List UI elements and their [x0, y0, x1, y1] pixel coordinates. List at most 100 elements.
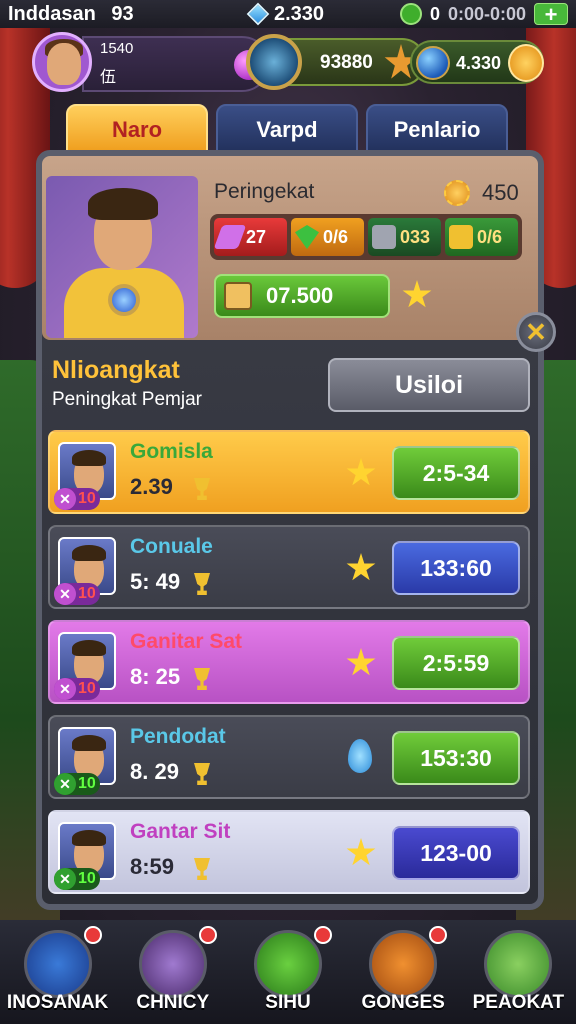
list-item[interactable]: ✕ 10 Ganitar Sat 8: 25 2:5:59 [48, 620, 530, 704]
level-value: 10 [78, 680, 96, 697]
row-action-button[interactable]: 2:5:59 [392, 636, 520, 690]
coin-counter[interactable]: 93880 [246, 34, 426, 90]
hero-portrait[interactable] [46, 176, 198, 338]
stat-value: 033 [400, 226, 431, 247]
gem-icon [246, 2, 270, 26]
section-title: Nlioangkat [52, 356, 180, 384]
level-badge: ✕ 10 [54, 678, 100, 700]
hero-gem-icon [108, 284, 140, 316]
energy-counter[interactable]: 4.330 [410, 40, 544, 84]
status-right: 0 0:00-0:00 + [399, 3, 568, 26]
trophy-icon [194, 478, 210, 500]
player-score: 8. 29 [130, 759, 179, 784]
nav-label: GONGES [361, 992, 445, 1013]
tab-penlario[interactable]: Penlario [366, 104, 508, 152]
avatar-face [47, 43, 81, 85]
avatar-hair [72, 545, 106, 561]
bottom-nav: INOSANAK CHNICY SIHU GONGES PEAOKAT [0, 920, 576, 1024]
coin-value: 93880 [320, 52, 373, 73]
nav-monster[interactable]: GONGES [347, 920, 459, 1024]
swords-icon: ✕ [54, 773, 76, 795]
nav-pet[interactable]: SIHU [232, 920, 344, 1024]
nav-creature[interactable]: PEAOKAT [462, 920, 574, 1024]
notification-badge [313, 926, 332, 944]
trophy-icon [194, 668, 210, 690]
close-button[interactable]: ✕ [516, 312, 556, 352]
leaderboard-list: ✕ 10 Gomisla 2.39 2:5-34 ✕ 10 Conuale 5: 4… [48, 430, 530, 905]
row-action-button[interactable]: 123-00 [392, 826, 520, 880]
reward-button[interactable]: 07.500 [214, 274, 390, 318]
app-badge: 93 [111, 2, 134, 25]
avatar-hair [72, 735, 106, 751]
hero-hair [88, 188, 158, 220]
notification-badge [198, 926, 217, 944]
row-action-button[interactable]: 133:60 [392, 541, 520, 595]
nav-label: CHNICY [136, 992, 210, 1013]
list-item[interactable]: ✕ 10 Conuale 5: 49 133:60 [48, 525, 530, 609]
list-item[interactable]: ✕ 10 Gantar Sit 8:59 123-00 [48, 810, 530, 894]
nav-label: PEAOKAT [472, 992, 565, 1013]
stat-value: 27 [246, 226, 267, 247]
player-name: Ganitar Sat [130, 630, 243, 653]
player-name: Gantar Sit [130, 820, 231, 843]
star-icon [346, 553, 376, 581]
energy-orb-icon [416, 46, 450, 80]
nav-label: SIHU [265, 992, 311, 1013]
nav-heroes[interactable]: CHNICY [117, 920, 229, 1024]
rank-value: 450 [482, 180, 519, 205]
list-item[interactable]: ✕ 10 Gomisla 2.39 2:5-34 [48, 430, 530, 514]
player-score: 8: 25 [130, 664, 181, 689]
row-action-button[interactable]: 153:30 [392, 731, 520, 785]
nav-inventory[interactable]: INOSANAK [2, 920, 114, 1024]
hourglass-icon [224, 282, 252, 310]
avatar[interactable] [32, 32, 92, 92]
add-currency-button[interactable]: + [534, 3, 568, 26]
level-badge: ✕ 10 [54, 773, 100, 795]
profile-info[interactable]: 1540 伍 [82, 36, 270, 92]
avatar-hair [72, 830, 106, 846]
stat-value: 0/6 [477, 226, 503, 247]
level-value: 10 [78, 585, 96, 602]
star-icon [346, 838, 376, 866]
notification-badge [83, 926, 102, 944]
chest-icon [449, 225, 473, 249]
level-value: 10 [78, 490, 96, 507]
gem-counter[interactable]: 2.330 [246, 2, 325, 26]
reward-value: 07.500 [266, 283, 334, 308]
star-icon [346, 458, 376, 486]
level-badge: ✕ 10 [54, 583, 100, 605]
level-badge: ✕ 10 [54, 488, 100, 510]
shield-icon [246, 34, 302, 90]
stat-value: 0/6 [323, 226, 349, 247]
star-icon [346, 648, 376, 676]
app-title-text: Inddasan [8, 2, 96, 25]
gold-coin-icon [508, 44, 544, 82]
section-header: Nlioangkat Peningkat Pemjar [52, 356, 202, 411]
water-drop-icon [348, 739, 372, 773]
cube-icon [372, 225, 396, 249]
trophy-icon [194, 763, 210, 785]
trophy-icon [194, 858, 210, 880]
energy-value: 4.330 [456, 53, 502, 73]
creature-icon [484, 930, 553, 998]
player-score: 8:59 [130, 854, 175, 879]
player-name: Conuale [130, 535, 213, 558]
monster-icon [369, 930, 438, 998]
stat-cube: 033 [368, 218, 441, 256]
avatar-hair [72, 450, 106, 466]
profile-row: 1540 伍 93880 4.330 [32, 32, 544, 94]
row-action-button[interactable]: 2:5-34 [392, 446, 520, 500]
sun-icon [444, 180, 470, 206]
swords-icon: ✕ [54, 488, 76, 510]
swords-icon: ✕ [54, 583, 76, 605]
clover-count: 0 [429, 3, 440, 24]
player-name: Pendodat [130, 725, 226, 748]
tab-naro[interactable]: Naro [66, 104, 208, 152]
level-value: 10 [78, 775, 96, 792]
list-item[interactable]: ✕ 10 Pendodat 8. 29 153:30 [48, 715, 530, 799]
app-title: Inddasan 93 [8, 3, 134, 26]
action-button[interactable]: Usiloi [328, 358, 530, 412]
gem-count: 2.330 [274, 2, 325, 25]
swords-icon: ✕ [54, 678, 76, 700]
tab-varpd[interactable]: Varpd [216, 104, 358, 152]
